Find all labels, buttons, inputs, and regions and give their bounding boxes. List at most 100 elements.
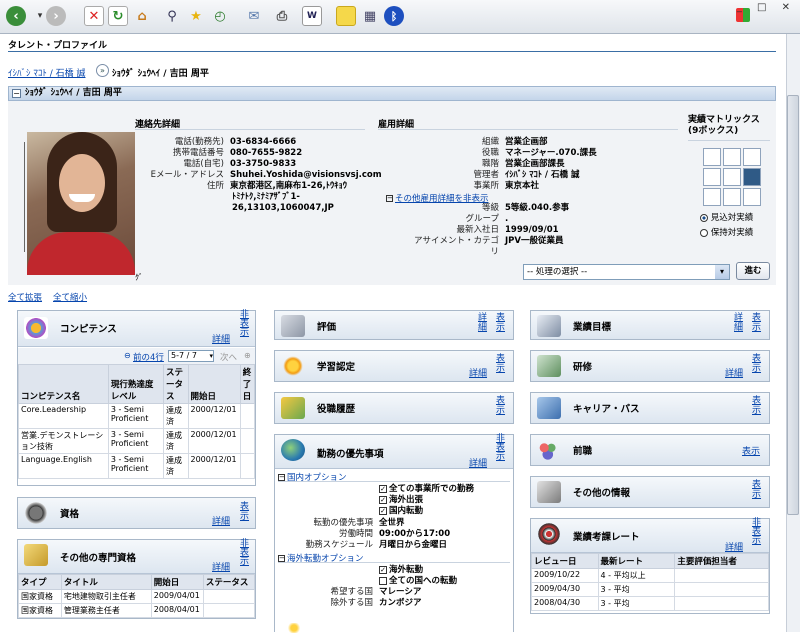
research-icon[interactable]: ▦ xyxy=(360,6,380,26)
competence-header: コンピテンス 詳細 非表示 xyxy=(18,311,255,347)
person-header-bar: ｼｮｳﾀﾞ ｼｭｳﾍｲ / 吉田 周平 xyxy=(8,86,776,101)
next-rows-link[interactable]: 次へ xyxy=(220,351,237,363)
smile-shape xyxy=(69,194,95,202)
employment-field-row: 等級 5等級.040.参事 xyxy=(407,203,665,214)
nine-box-cell xyxy=(743,168,761,186)
competence-title: コンピテンス xyxy=(60,324,117,335)
column-header[interactable]: タイトル xyxy=(60,574,152,590)
training-detail-link[interactable]: 詳細 xyxy=(725,366,743,379)
checkbox[interactable]: ✓ xyxy=(379,495,387,504)
column-header[interactable]: 開始日 xyxy=(150,574,204,590)
goals-show-link[interactable]: 表示 xyxy=(752,313,762,333)
work-pref-detail-link[interactable]: 詳細 xyxy=(469,456,487,469)
breadcrumb-parent-link[interactable]: ｲｼﾊﾞｼ ﾏｺﾄ / 石橋 誠 xyxy=(8,66,85,79)
competence-hide-link[interactable]: 非表示 xyxy=(240,311,250,338)
search-icon[interactable]: ⚲ xyxy=(162,6,182,26)
bluetooth-icon[interactable]: ᛒ xyxy=(384,6,404,26)
other-info-title: その他の情報 xyxy=(573,488,631,499)
chevron-down-icon[interactable]: ▾ xyxy=(209,351,213,361)
employment-fields-top: 組織 営業企画部 役職 マネージャー.070.課長 職階 営業企画部課長 管理者 ｲｼﾊﾞｼ … xyxy=(407,137,665,192)
employment-field-label: 最新入社日 xyxy=(456,225,499,235)
qualification-show-link[interactable]: 表示 xyxy=(240,502,250,522)
page-title: タレント・プロファイル xyxy=(8,41,108,51)
radio-retention[interactable]: 保持対実績 xyxy=(700,226,753,238)
refresh-icon[interactable]: ↻ xyxy=(108,6,128,26)
table-cell: 達成済 xyxy=(163,428,189,454)
column-header[interactable]: 終了日 xyxy=(239,364,256,404)
preference-checkbox-row[interactable]: ✓ 海外出張 xyxy=(379,495,474,506)
training-show-link[interactable]: 表示 xyxy=(752,354,762,374)
column-header[interactable]: ステータス xyxy=(202,574,256,590)
favorites-icon[interactable]: ★ xyxy=(186,6,206,26)
table-cell: 2008/04/01 xyxy=(150,603,204,618)
preference-checkbox-row[interactable]: ✓ 国内転勤 xyxy=(379,506,474,517)
column-header[interactable]: コンピテンス名 xyxy=(18,364,109,404)
preference-checkbox-row[interactable]: ✓ 海外転勤 xyxy=(379,565,457,576)
column-header[interactable]: 最新レート xyxy=(597,553,676,569)
people-icon xyxy=(537,439,561,461)
table-row: 営業.デモンストレーション技術 3 - Semi Proficient 達成済 200… xyxy=(18,428,256,454)
work-pref-field-label: 勤務スケジュール xyxy=(305,540,373,550)
radio-selected-icon[interactable] xyxy=(700,213,708,222)
column-header[interactable]: ステータス xyxy=(163,364,189,404)
go-button[interactable]: 進む xyxy=(736,262,770,280)
window-controls[interactable]: _ □ ✕ xyxy=(737,2,796,13)
work-pref-hide-link[interactable]: 非表示 xyxy=(496,435,506,462)
next-icon[interactable]: ⊕ xyxy=(244,351,251,360)
collapse-all-link[interactable]: 全て縮小 xyxy=(53,291,87,303)
column-header[interactable]: 主要評価担当者 xyxy=(674,553,769,569)
competence-detail-link[interactable]: 詳細 xyxy=(212,332,230,345)
action-select[interactable]: -- 処理の選択 -- ▾ xyxy=(523,264,730,280)
print-icon[interactable]: ⎙ xyxy=(272,6,292,26)
column-header[interactable]: タイプ xyxy=(18,574,62,590)
previous-job-show-link[interactable]: 表示 xyxy=(742,444,760,457)
scrollbar-thumb[interactable] xyxy=(787,95,799,515)
edit-icon[interactable]: W xyxy=(302,6,322,26)
work-pref-field-label: 希望する国 xyxy=(330,587,373,597)
role-history-show-link[interactable]: 表示 xyxy=(496,396,506,416)
domestic-divider xyxy=(278,481,510,482)
qualification-detail-link[interactable]: 詳細 xyxy=(212,514,230,527)
checkbox[interactable]: ✓ xyxy=(379,506,387,515)
other-special-detail-link[interactable]: 詳細 xyxy=(212,560,230,573)
notes-icon[interactable] xyxy=(336,6,356,26)
expand-all-link[interactable]: 全て拡張 xyxy=(8,291,42,303)
ratings-detail-link[interactable]: 詳細 xyxy=(725,540,743,553)
home-icon[interactable]: ⌂ xyxy=(132,6,152,26)
career-show-link[interactable]: 表示 xyxy=(752,396,762,416)
checkbox[interactable]: ✓ xyxy=(379,565,387,574)
training-icon xyxy=(537,355,561,377)
title-divider xyxy=(8,51,776,52)
checkbox[interactable]: ✓ xyxy=(379,484,387,493)
history-icon[interactable]: ◴ xyxy=(210,6,230,26)
goals-detail-link[interactable]: 詳細 xyxy=(734,313,744,333)
forward-icon[interactable]: › xyxy=(46,6,66,26)
mail-icon[interactable]: ✉ xyxy=(244,6,264,26)
preference-checkbox-row[interactable]: 全ての国への転勤 xyxy=(379,576,457,587)
radio-unselected-icon[interactable] xyxy=(700,228,708,237)
learning-show-link[interactable]: 表示 xyxy=(496,354,506,374)
ratings-hide-link[interactable]: 非表示 xyxy=(752,519,762,546)
back-icon[interactable]: ‹ xyxy=(6,6,26,26)
evaluation-show-link[interactable]: 表示 xyxy=(496,313,506,333)
column-header[interactable]: 現行熟達度レベル xyxy=(107,364,165,404)
prev-icon[interactable]: ⊖ xyxy=(124,351,131,360)
collapse-icon[interactable]: − xyxy=(12,89,21,98)
contact-field-row: 携帯電話番号 080-7655-9822 xyxy=(132,148,370,159)
prev-rows-link[interactable]: 前の4行 xyxy=(133,351,164,363)
other-info-show-link[interactable]: 表示 xyxy=(752,480,762,500)
column-header[interactable]: レビュー日 xyxy=(531,553,599,569)
page-range-select[interactable]: 5-7 / 7 ▾ xyxy=(168,350,214,362)
checkbox[interactable] xyxy=(379,576,387,585)
preference-checkbox-row[interactable]: ✓ 全ての事業所での勤務 xyxy=(379,484,474,495)
stop-icon[interactable]: ✕ xyxy=(84,6,104,26)
radio-potential[interactable]: 見込対実績 xyxy=(700,211,753,223)
work-pref-field-row: 除外する国 カンボジア xyxy=(278,598,509,609)
table-cell: 2009/04/01 xyxy=(150,589,204,604)
evaluation-detail-link[interactable]: 詳細 xyxy=(478,313,488,333)
chevron-down-icon[interactable]: ▾ xyxy=(715,265,729,279)
learning-detail-link[interactable]: 詳細 xyxy=(469,366,487,379)
column-header[interactable]: 開始日 xyxy=(187,364,241,404)
table-row: 2008/04/30 3 - 平均 xyxy=(531,596,769,611)
other-special-hide-link[interactable]: 非表示 xyxy=(240,540,250,567)
